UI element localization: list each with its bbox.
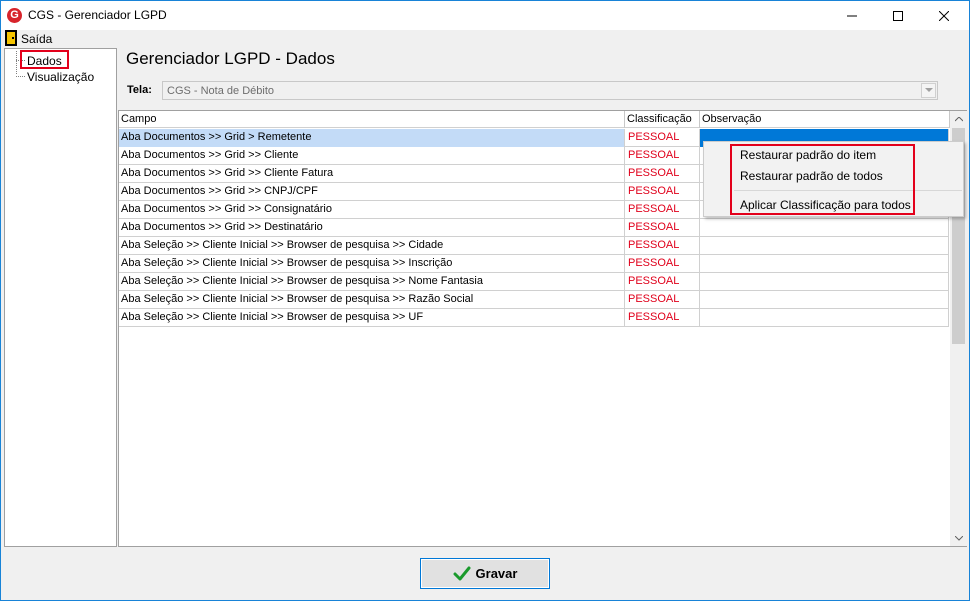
tela-label: Tela:	[127, 84, 152, 96]
cell-classificacao[interactable]: PESSOAL	[625, 273, 700, 291]
page-title: Gerenciador LGPD - Dados	[126, 49, 335, 68]
cell-classificacao[interactable]: PESSOAL	[625, 201, 700, 219]
cell-campo: Aba Seleção >> Cliente Inicial >> Browse…	[119, 237, 625, 255]
grid-header: Campo Classificação Observação	[119, 111, 950, 128]
menu-saida-label: Saída	[21, 32, 53, 46]
cell-classificacao[interactable]: PESSOAL	[625, 237, 700, 255]
exit-door-icon	[5, 30, 17, 46]
tree-connector	[16, 51, 17, 74]
cell-classificacao[interactable]: PESSOAL	[625, 129, 700, 147]
chevron-down-icon	[924, 88, 933, 92]
column-header-observacao[interactable]: Observação	[700, 111, 950, 128]
highlight-box-dados	[20, 50, 69, 69]
gravar-label: Gravar	[475, 566, 518, 581]
cell-campo: Aba Seleção >> Cliente Inicial >> Browse…	[119, 291, 625, 309]
cell-classificacao[interactable]: PESSOAL	[625, 219, 700, 237]
maximize-button[interactable]	[875, 1, 921, 30]
table-row[interactable]: Aba Seleção >> Cliente Inicial >> Browse…	[119, 273, 949, 291]
column-header-campo[interactable]: Campo	[119, 111, 625, 128]
cell-campo: Aba Seleção >> Cliente Inicial >> Browse…	[119, 273, 625, 291]
tree-connector	[16, 76, 25, 77]
cell-campo: Aba Seleção >> Cliente Inicial >> Browse…	[119, 309, 625, 327]
cell-observacao[interactable]	[700, 237, 949, 255]
tela-select-value: CGS - Nota de Débito	[167, 85, 274, 97]
cell-classificacao[interactable]: PESSOAL	[625, 309, 700, 327]
tela-select[interactable]: CGS - Nota de Débito	[162, 81, 938, 100]
close-button[interactable]	[921, 1, 967, 30]
tree-item-visualizacao[interactable]: Visualização	[27, 70, 94, 84]
tela-dropdown-button[interactable]	[921, 83, 936, 98]
cell-campo: Aba Documentos >> Grid >> CNPJ/CPF	[119, 183, 625, 201]
cell-observacao[interactable]	[700, 255, 949, 273]
close-icon	[939, 10, 949, 21]
gravar-button[interactable]: Gravar	[420, 558, 550, 589]
cell-classificacao[interactable]: PESSOAL	[625, 147, 700, 165]
cell-campo: Aba Documentos >> Grid >> Cliente Fatura	[119, 165, 625, 183]
table-row[interactable]: Aba Seleção >> Cliente Inicial >> Browse…	[119, 291, 949, 309]
cell-observacao[interactable]	[700, 291, 949, 309]
menu-bar: Saída	[1, 30, 969, 47]
table-row[interactable]: Aba Seleção >> Cliente Inicial >> Browse…	[119, 255, 949, 273]
cell-campo: Aba Documentos >> Grid >> Consignatário	[119, 201, 625, 219]
cell-campo: Aba Documentos >> Grid >> Destinatário	[119, 219, 625, 237]
cell-campo: Aba Seleção >> Cliente Inicial >> Browse…	[119, 255, 625, 273]
minimize-button[interactable]	[829, 1, 875, 30]
cell-campo: Aba Documentos >> Grid > Remetente	[119, 129, 625, 147]
app-window: G CGS - Gerenciador LGPD Saída Dados Vis…	[0, 0, 970, 601]
table-row[interactable]: Aba Documentos >> Grid >> Destinatário P…	[119, 219, 949, 237]
cell-observacao[interactable]	[700, 219, 949, 237]
table-row[interactable]: Aba Seleção >> Cliente Inicial >> Browse…	[119, 237, 949, 255]
chevron-down-icon	[954, 535, 963, 541]
title-bar: G CGS - Gerenciador LGPD	[1, 1, 969, 30]
cell-classificacao[interactable]: PESSOAL	[625, 165, 700, 183]
navigation-tree: Dados Visualização	[4, 48, 117, 547]
cell-classificacao[interactable]: PESSOAL	[625, 183, 700, 201]
column-header-classificacao[interactable]: Classificação	[625, 111, 700, 128]
window-title: CGS - Gerenciador LGPD	[28, 8, 167, 22]
minimize-icon	[847, 15, 857, 16]
table-row[interactable]: Aba Seleção >> Cliente Inicial >> Browse…	[119, 309, 949, 327]
chevron-up-icon	[954, 116, 963, 121]
app-logo-icon: G	[7, 8, 22, 23]
scroll-up-button[interactable]	[950, 111, 967, 127]
maximize-icon	[893, 10, 903, 21]
scroll-down-button[interactable]	[950, 530, 967, 546]
checkmark-icon	[453, 566, 471, 580]
cell-observacao[interactable]	[700, 309, 949, 327]
cell-classificacao[interactable]: PESSOAL	[625, 291, 700, 309]
cell-campo: Aba Documentos >> Grid >> Cliente	[119, 147, 625, 165]
cell-observacao[interactable]	[700, 273, 949, 291]
cell-classificacao[interactable]: PESSOAL	[625, 255, 700, 273]
highlight-box-context-menu	[730, 144, 915, 215]
